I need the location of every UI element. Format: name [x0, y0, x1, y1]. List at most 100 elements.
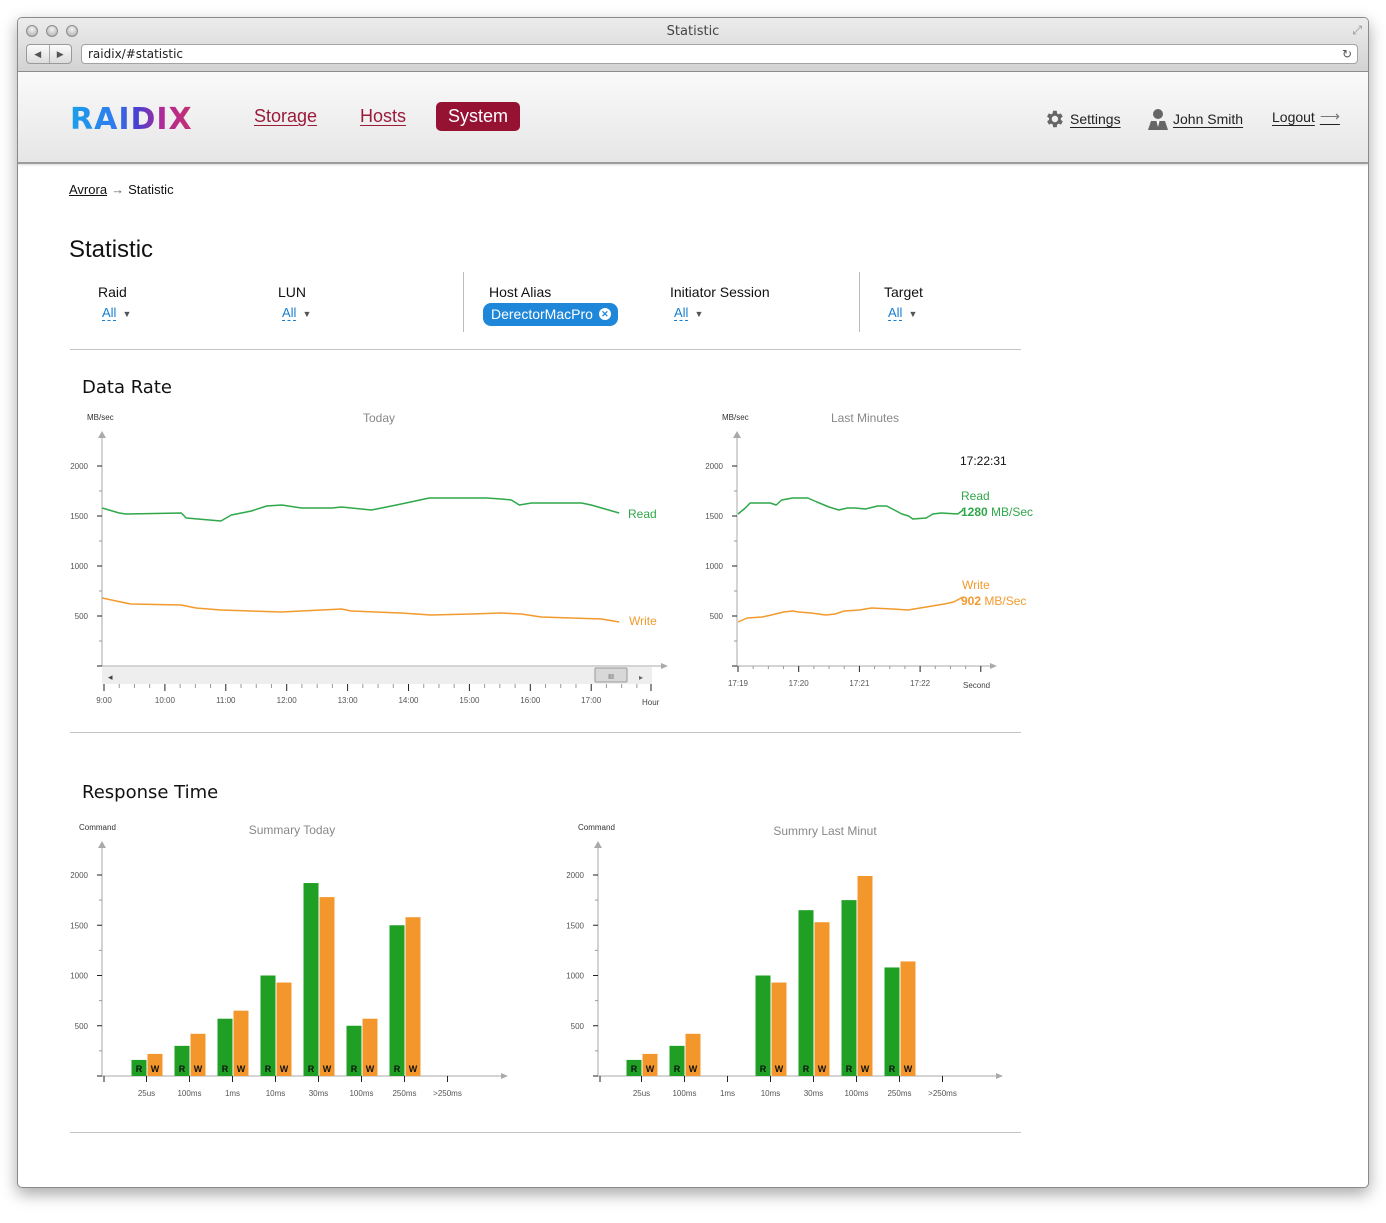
write-current-value: 902 MB/Sec — [961, 594, 1026, 608]
x-tick-label: 17:00 — [581, 696, 602, 705]
bar-label-write: W — [904, 1064, 913, 1074]
y-tick-label: 1500 — [70, 512, 88, 521]
x-tick-label: 100ms — [844, 1089, 868, 1098]
y-tick-label: 500 — [710, 612, 724, 621]
bar-write — [319, 897, 335, 1076]
y-axis-arrow-icon — [98, 431, 106, 438]
bar-read — [389, 925, 405, 1076]
bar-label-write: W — [366, 1064, 375, 1074]
x-axis-unit-label: Second — [963, 681, 990, 690]
bar-label-read: R — [846, 1064, 853, 1074]
x-tick-label: 1ms — [720, 1089, 735, 1098]
x-tick-label: 100ms — [349, 1089, 373, 1098]
horizontal-scrollbar[interactable] — [102, 667, 652, 684]
bar-label-read: R — [674, 1064, 681, 1074]
y-tick-label: 1500 — [566, 921, 584, 930]
bar-label-write: W — [818, 1064, 827, 1074]
y-tick-label: 2000 — [70, 871, 88, 880]
x-tick-label: 11:00 — [216, 696, 236, 705]
scroll-right-icon[interactable]: ▸ — [639, 673, 643, 682]
y-axis-label: Command — [79, 823, 116, 832]
bar-label-write: W — [646, 1064, 655, 1074]
legend-read: Read — [628, 507, 657, 521]
x-tick-label: 17:22 — [910, 679, 931, 688]
charts-layer: Today MB/sec 500 1000 1500 2000 ◂ ▸ III 9:00 10:00… — [70, 411, 1033, 1098]
bar-write — [771, 982, 787, 1076]
y-axis-label: Command — [578, 823, 615, 832]
x-tick-label: 30ms — [804, 1089, 824, 1098]
x-tick-label: 13:00 — [338, 696, 359, 705]
y-tick-label: 500 — [75, 612, 89, 621]
y-tick-label: 1000 — [705, 562, 723, 571]
series-line-write — [737, 596, 964, 623]
bar-label-read: R — [351, 1064, 358, 1074]
bar-read — [884, 967, 900, 1076]
y-tick-label: 1000 — [70, 972, 88, 981]
series-line-read — [101, 497, 620, 522]
y-tick-label: 2000 — [705, 462, 723, 471]
bar-label-write: W — [323, 1064, 332, 1074]
series-line-read — [737, 497, 964, 520]
bar-label-write: W — [689, 1064, 698, 1074]
bar-label-write: W — [194, 1064, 203, 1074]
x-tick-label: 10ms — [761, 1089, 781, 1098]
x-tick-label: 25us — [633, 1089, 650, 1098]
y-tick-label: 2000 — [70, 462, 88, 471]
bar-read — [841, 900, 857, 1076]
bar-label-read: R — [265, 1064, 272, 1074]
bar-label-read: R — [179, 1064, 186, 1074]
x-tick-label: 30ms — [309, 1089, 329, 1098]
x-tick-label: 10ms — [266, 1089, 286, 1098]
browser-window: Statistic ⤢ ◀ ▶ raidix/#statistic ↻ RAID… — [17, 17, 1369, 1188]
bar-read — [755, 975, 771, 1076]
bar-label-read: R — [889, 1064, 896, 1074]
y-axis-label: MB/sec — [722, 413, 749, 422]
x-tick-label: 17:20 — [789, 679, 810, 688]
y-axis-arrow-icon — [98, 841, 106, 848]
bar-label-write: W — [237, 1064, 246, 1074]
y-tick-label: 1500 — [705, 512, 723, 521]
x-tick-label: 17:21 — [849, 679, 870, 688]
bar-read — [260, 975, 276, 1076]
y-axis-arrow-icon — [594, 841, 602, 848]
y-tick-label: 2000 — [566, 871, 584, 880]
bar-label-write: W — [280, 1064, 289, 1074]
x-axis-arrow-icon — [661, 663, 668, 669]
bar-label-read: R — [803, 1064, 810, 1074]
x-tick-label: 100ms — [672, 1089, 696, 1098]
y-axis-label: MB/sec — [87, 413, 114, 422]
bar-label-read: R — [394, 1064, 401, 1074]
x-axis-arrow-icon — [996, 1073, 1003, 1079]
x-tick-label: 250ms — [887, 1089, 911, 1098]
y-tick-label: 500 — [75, 1022, 89, 1031]
chart-title: Summary Today — [249, 823, 335, 837]
bar-write — [405, 917, 421, 1076]
bar-label-read: R — [136, 1064, 143, 1074]
chart-title: Last Minutes — [831, 411, 899, 425]
bar-write — [814, 922, 830, 1076]
y-axis-arrow-icon — [733, 431, 741, 438]
scroll-left-icon[interactable]: ◂ — [108, 672, 113, 682]
bar-label-write: W — [151, 1064, 160, 1074]
bar-write — [857, 876, 873, 1076]
x-tick-label: 100ms — [177, 1089, 201, 1098]
x-axis-arrow-icon — [990, 663, 997, 669]
x-tick-label: 14:00 — [398, 696, 419, 705]
x-tick-label: 12:00 — [277, 696, 298, 705]
legend-write: Write — [629, 614, 657, 628]
x-tick-label: >250ms — [928, 1089, 957, 1098]
x-tick-label: >250ms — [433, 1089, 462, 1098]
y-tick-label: 1500 — [70, 921, 88, 930]
bar-label-write: W — [409, 1064, 418, 1074]
x-axis-arrow-icon — [501, 1073, 508, 1079]
read-current-value: 1280 MB/Sec — [961, 505, 1033, 519]
x-tick-label: 10:00 — [155, 696, 176, 705]
bar-label-read: R — [631, 1064, 638, 1074]
current-timestamp: 17:22:31 — [960, 454, 1007, 468]
x-tick-label: 16:00 — [520, 696, 541, 705]
x-tick-label: 25us — [138, 1089, 155, 1098]
chart-title: Summry Last Minut — [773, 824, 877, 838]
y-tick-label: 1000 — [566, 972, 584, 981]
bar-label-read: R — [760, 1064, 767, 1074]
x-tick-label: 15:00 — [459, 696, 480, 705]
